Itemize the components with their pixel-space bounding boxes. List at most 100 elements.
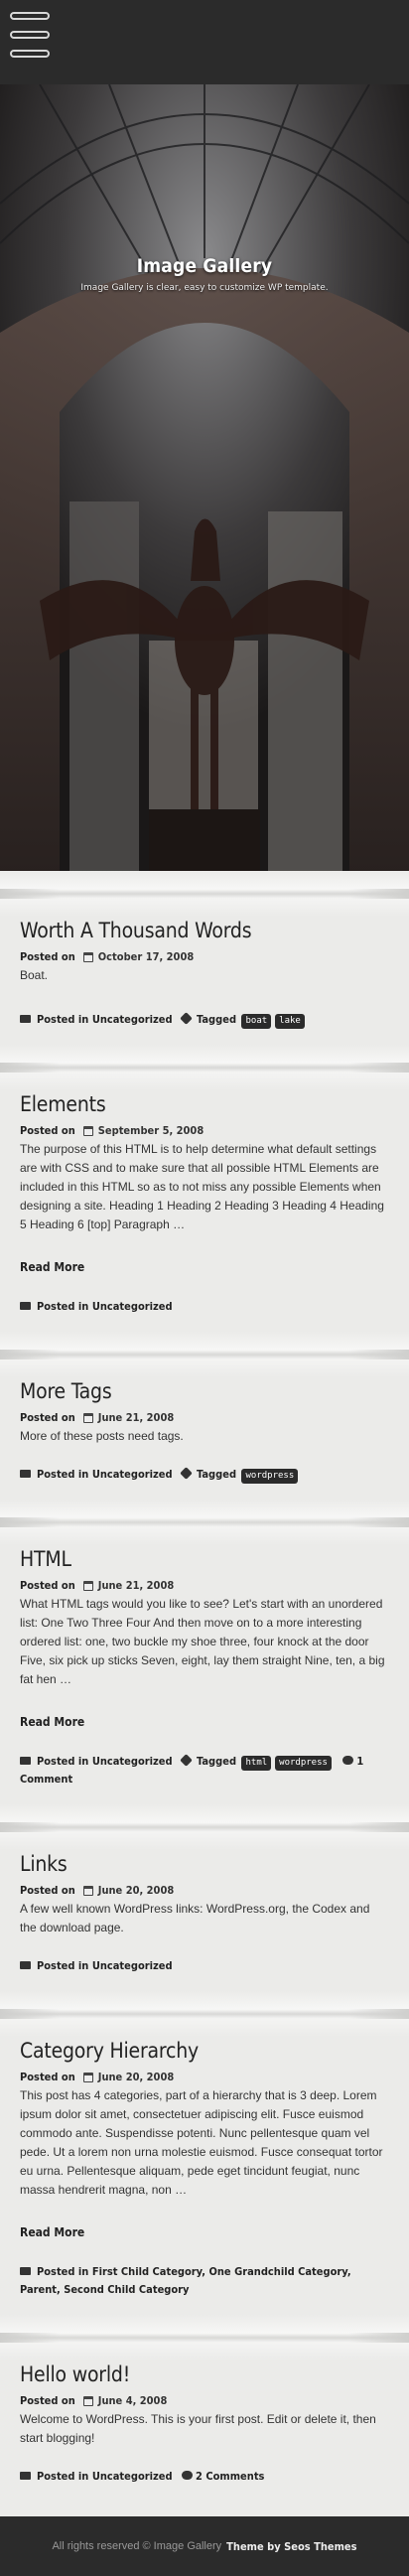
post-excerpt: The purpose of this HTML is to help dete… <box>20 1142 384 1231</box>
post-separator <box>0 2315 409 2361</box>
folder-icon <box>20 2472 31 2480</box>
folder-icon <box>20 2267 31 2275</box>
post-date[interactable]: October 17, 2008 <box>98 950 194 963</box>
tag-link[interactable]: boat <box>241 1014 272 1029</box>
post-meta: Posted on October 17, 2008 <box>20 950 389 963</box>
post-title[interactable]: More Tags <box>20 1377 389 1405</box>
comment-icon <box>182 2471 194 2480</box>
posted-in-label: Posted in <box>37 1755 89 1768</box>
post-excerpt: Boat. <box>20 968 49 982</box>
calendar-icon <box>82 2395 93 2406</box>
post-category[interactable]: Uncategorized <box>92 1013 173 1026</box>
post-meta: Posted on June 20, 2008 <box>20 1884 389 1897</box>
post-excerpt: This post has 4 categories, part of a hi… <box>20 2088 383 2197</box>
post-footer-meta: Posted in Uncategorized Tagged wordpress <box>20 1466 389 1484</box>
post-footer-meta: Posted in Uncategorized Tagged html wordp… <box>20 1753 389 1789</box>
folder-icon <box>20 1757 31 1765</box>
post-category[interactable]: Uncategorized <box>92 1959 173 1972</box>
post-separator <box>0 1991 409 2037</box>
post-item: Worth A Thousand Words Posted on October… <box>0 917 409 1029</box>
comment-icon <box>342 1756 354 1765</box>
post-title[interactable]: HTML <box>20 1545 389 1573</box>
post-separator <box>0 1500 409 1545</box>
read-more-link[interactable]: Read More <box>20 2225 84 2239</box>
tag-link[interactable]: wordpress <box>275 1756 332 1771</box>
post-item: More Tags Posted on June 21, 2008 More o… <box>0 1377 409 1484</box>
folder-icon <box>20 1302 31 1310</box>
tag-link[interactable]: lake <box>275 1014 305 1029</box>
post-title[interactable]: Category Hierarchy <box>20 2037 389 2065</box>
posted-in-label: Posted in <box>37 1468 89 1481</box>
top-navigation-bar <box>0 0 409 84</box>
calendar-icon <box>82 951 93 962</box>
post-item: Hello world! Posted on June 4, 2008 Welc… <box>0 2361 409 2486</box>
post-date[interactable]: June 4, 2008 <box>98 2394 168 2407</box>
posted-on-label: Posted on <box>20 950 75 963</box>
post-separator <box>0 1804 409 1850</box>
posted-on-label: Posted on <box>20 1579 75 1592</box>
calendar-icon <box>82 1580 93 1591</box>
post-title[interactable]: Links <box>20 1850 389 1878</box>
post-category[interactable]: Uncategorized <box>92 1300 173 1313</box>
tagged-label: Tagged <box>197 1013 237 1026</box>
tag-link[interactable]: wordpress <box>241 1469 299 1484</box>
calendar-icon <box>82 2072 93 2082</box>
tagged-label: Tagged <box>197 1468 237 1481</box>
post-footer-meta: Posted in Uncategorized 2 Comments <box>20 2468 389 2486</box>
post-item: Elements Posted on September 5, 2008 The… <box>0 1090 409 1316</box>
tag-icon <box>180 1012 193 1025</box>
post-category[interactable]: Uncategorized <box>92 1755 173 1768</box>
tag-icon <box>180 1467 193 1480</box>
post-footer-meta: Posted in Uncategorized Tagged boat lake <box>20 1011 389 1029</box>
read-more-link[interactable]: Read More <box>20 1715 84 1729</box>
comments-link[interactable]: 2 Comments <box>196 2470 264 2483</box>
posted-on-label: Posted on <box>20 1411 75 1424</box>
theme-credit-link[interactable]: Theme by Seos Themes <box>226 2540 356 2553</box>
post-footer-meta: Posted in First Child Category, One Gran… <box>20 2263 389 2299</box>
read-more-link[interactable]: Read More <box>20 1260 84 1274</box>
tag-link[interactable]: html <box>241 1756 272 1771</box>
site-title[interactable]: Image Gallery <box>0 255 409 277</box>
post-footer-meta: Posted in Uncategorized <box>20 1957 389 1975</box>
posted-on-label: Posted on <box>20 2071 75 2083</box>
calendar-icon <box>82 1885 93 1896</box>
post-item: Category Hierarchy Posted on June 20, 20… <box>0 2037 409 2299</box>
post-footer-meta: Posted in Uncategorized <box>20 1298 389 1316</box>
posted-in-label: Posted in <box>37 1013 89 1026</box>
folder-icon <box>20 1470 31 1478</box>
post-meta: Posted on June 4, 2008 <box>20 2394 389 2407</box>
post-item: HTML Posted on June 21, 2008 What HTML t… <box>0 1545 409 1789</box>
post-date[interactable]: June 21, 2008 <box>98 1579 174 1592</box>
post-date[interactable]: June 20, 2008 <box>98 1884 174 1897</box>
tag-icon <box>180 1754 193 1767</box>
post-meta: Posted on June 20, 2008 <box>20 2071 389 2083</box>
posted-in-label: Posted in <box>37 1959 89 1972</box>
post-date[interactable]: June 20, 2008 <box>98 2071 174 2083</box>
hamburger-menu-icon[interactable] <box>10 10 50 60</box>
post-separator <box>0 1332 409 1377</box>
post-date[interactable]: September 5, 2008 <box>98 1124 204 1137</box>
posted-in-label: Posted in <box>37 2265 89 2278</box>
hero-banner: Image Gallery Image Gallery is clear, ea… <box>0 84 409 871</box>
post-title[interactable]: Worth A Thousand Words <box>20 917 389 944</box>
post-meta: Posted on September 5, 2008 <box>20 1124 389 1137</box>
post-title[interactable]: Hello world! <box>20 2361 389 2388</box>
post-excerpt: Welcome to WordPress. This is your first… <box>20 2412 376 2445</box>
post-category[interactable]: Uncategorized <box>92 1468 173 1481</box>
post-meta: Posted on June 21, 2008 <box>20 1579 389 1592</box>
post-separator <box>0 871 409 917</box>
hero-background-image <box>0 84 409 871</box>
copyright-text: All rights reserved © Image Gallery <box>52 2540 222 2552</box>
site-footer: All rights reserved © Image Gallery Them… <box>0 2516 409 2576</box>
posted-on-label: Posted on <box>20 1884 75 1897</box>
post-meta: Posted on June 21, 2008 <box>20 1411 389 1424</box>
post-category[interactable]: Uncategorized <box>92 2470 173 2483</box>
posted-on-label: Posted on <box>20 1124 75 1137</box>
calendar-icon <box>82 1125 93 1136</box>
post-item: Links Posted on June 20, 2008 A few well… <box>0 1850 409 1975</box>
post-title[interactable]: Elements <box>20 1090 389 1118</box>
posted-on-label: Posted on <box>20 2394 75 2407</box>
post-excerpt: A few well known WordPress links: WordPr… <box>20 1902 370 1934</box>
post-excerpt: What HTML tags would you like to see? Le… <box>20 1597 385 1686</box>
post-date[interactable]: June 21, 2008 <box>98 1411 174 1424</box>
